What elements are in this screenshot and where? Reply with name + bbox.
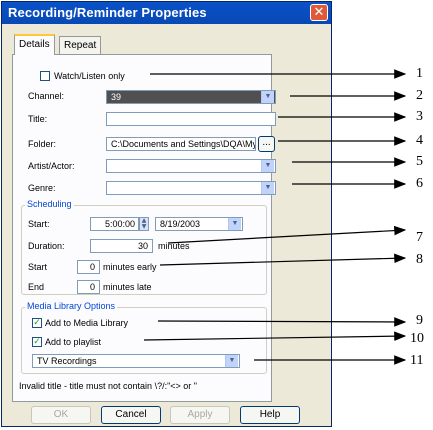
tab-details[interactable]: Details: [14, 34, 55, 55]
callout-line-8: [159, 253, 407, 266]
callout-6: 6: [416, 176, 423, 191]
callout-8: 8: [416, 252, 423, 267]
callout-5: 5: [416, 154, 423, 169]
tab-details-label: Details: [19, 39, 50, 50]
callout-10: 10: [410, 331, 424, 346]
callout-2: 2: [416, 88, 423, 103]
callout-line-9: [157, 317, 407, 327]
callout-line-7: [167, 225, 407, 244]
callout-7: 7: [416, 230, 423, 245]
callout-arrows: [143, 69, 407, 365]
callout-line-10: [143, 331, 407, 341]
callout-9: 9: [416, 313, 423, 328]
callout-3: 3: [416, 109, 423, 124]
callout-11: 11: [410, 353, 424, 368]
callout-4: 4: [416, 133, 423, 148]
callout-1: 1: [416, 66, 423, 81]
